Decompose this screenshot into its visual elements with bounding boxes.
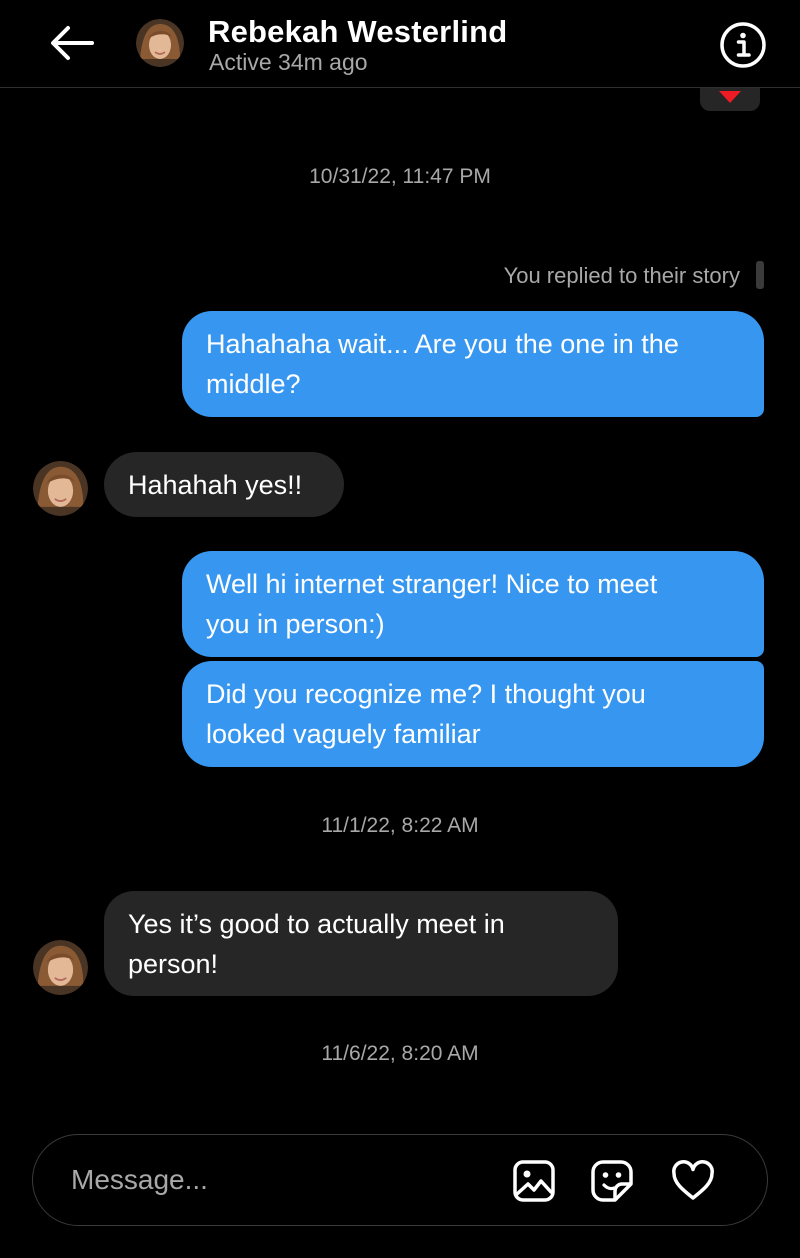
- message-line: person!: [128, 948, 219, 979]
- message-composer: [32, 1134, 768, 1226]
- message-bubble-incoming[interactable]: Yes it’s good to actually meet in person…: [104, 891, 618, 996]
- message-bubble-outgoing[interactable]: Well hi internet stranger! Nice to meet …: [182, 551, 764, 657]
- message-line: you in person:): [206, 609, 385, 639]
- image-button[interactable]: [510, 1157, 558, 1205]
- message-line: Did you recognize me? I thought you: [206, 679, 646, 709]
- sender-avatar[interactable]: [33, 461, 88, 516]
- message-bubble-outgoing[interactable]: Did you recognize me? I thought you look…: [182, 661, 764, 767]
- sticker-icon: [591, 1160, 633, 1202]
- sticker-button[interactable]: [588, 1157, 636, 1205]
- message-input[interactable]: [71, 1159, 491, 1201]
- arrow-left-icon: [51, 26, 94, 60]
- contact-avatar[interactable]: [136, 19, 184, 67]
- story-preview[interactable]: [756, 261, 764, 289]
- image-icon: [513, 1160, 555, 1202]
- like-button[interactable]: [669, 1157, 717, 1205]
- message-bubble-incoming[interactable]: Hahahah yes!!: [104, 452, 344, 517]
- message-line: middle?: [206, 369, 301, 399]
- story-reply-note: You replied to their story: [503, 263, 740, 288]
- message-timestamp: 11/1/22, 8:22 AM: [321, 814, 479, 837]
- message-bubble-outgoing[interactable]: Hahahaha wait... Are you the one in the …: [182, 311, 764, 417]
- message-line: Hahahah yes!!: [128, 469, 303, 500]
- message-line: Well hi internet stranger! Nice to meet: [206, 569, 658, 599]
- info-button[interactable]: [718, 20, 768, 70]
- message-line: looked vaguely familiar: [206, 719, 481, 749]
- message-line: Hahahaha wait... Are you the one in the: [206, 329, 679, 359]
- info-icon: [720, 22, 766, 68]
- message-line: Yes it’s good to actually meet in: [128, 908, 505, 939]
- message-timestamp: 11/6/22, 8:20 AM: [321, 1042, 479, 1065]
- heart-icon: [672, 1160, 714, 1200]
- message-timestamp: 10/31/22, 11:47 PM: [309, 165, 491, 188]
- chat-header: Rebekah Westerlind Active 34m ago: [0, 0, 800, 88]
- back-button[interactable]: [40, 18, 104, 68]
- contact-name[interactable]: Rebekah Westerlind: [208, 14, 507, 50]
- heart-icon: [719, 91, 741, 103]
- active-status: Active 34m ago: [209, 49, 368, 75]
- sender-avatar[interactable]: [33, 940, 88, 995]
